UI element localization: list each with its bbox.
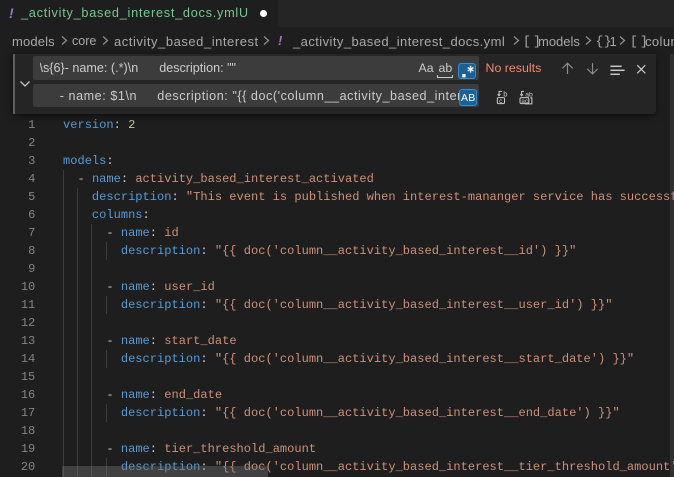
svg-text:b: b xyxy=(503,90,507,98)
svg-text:ac: ac xyxy=(521,98,528,105)
